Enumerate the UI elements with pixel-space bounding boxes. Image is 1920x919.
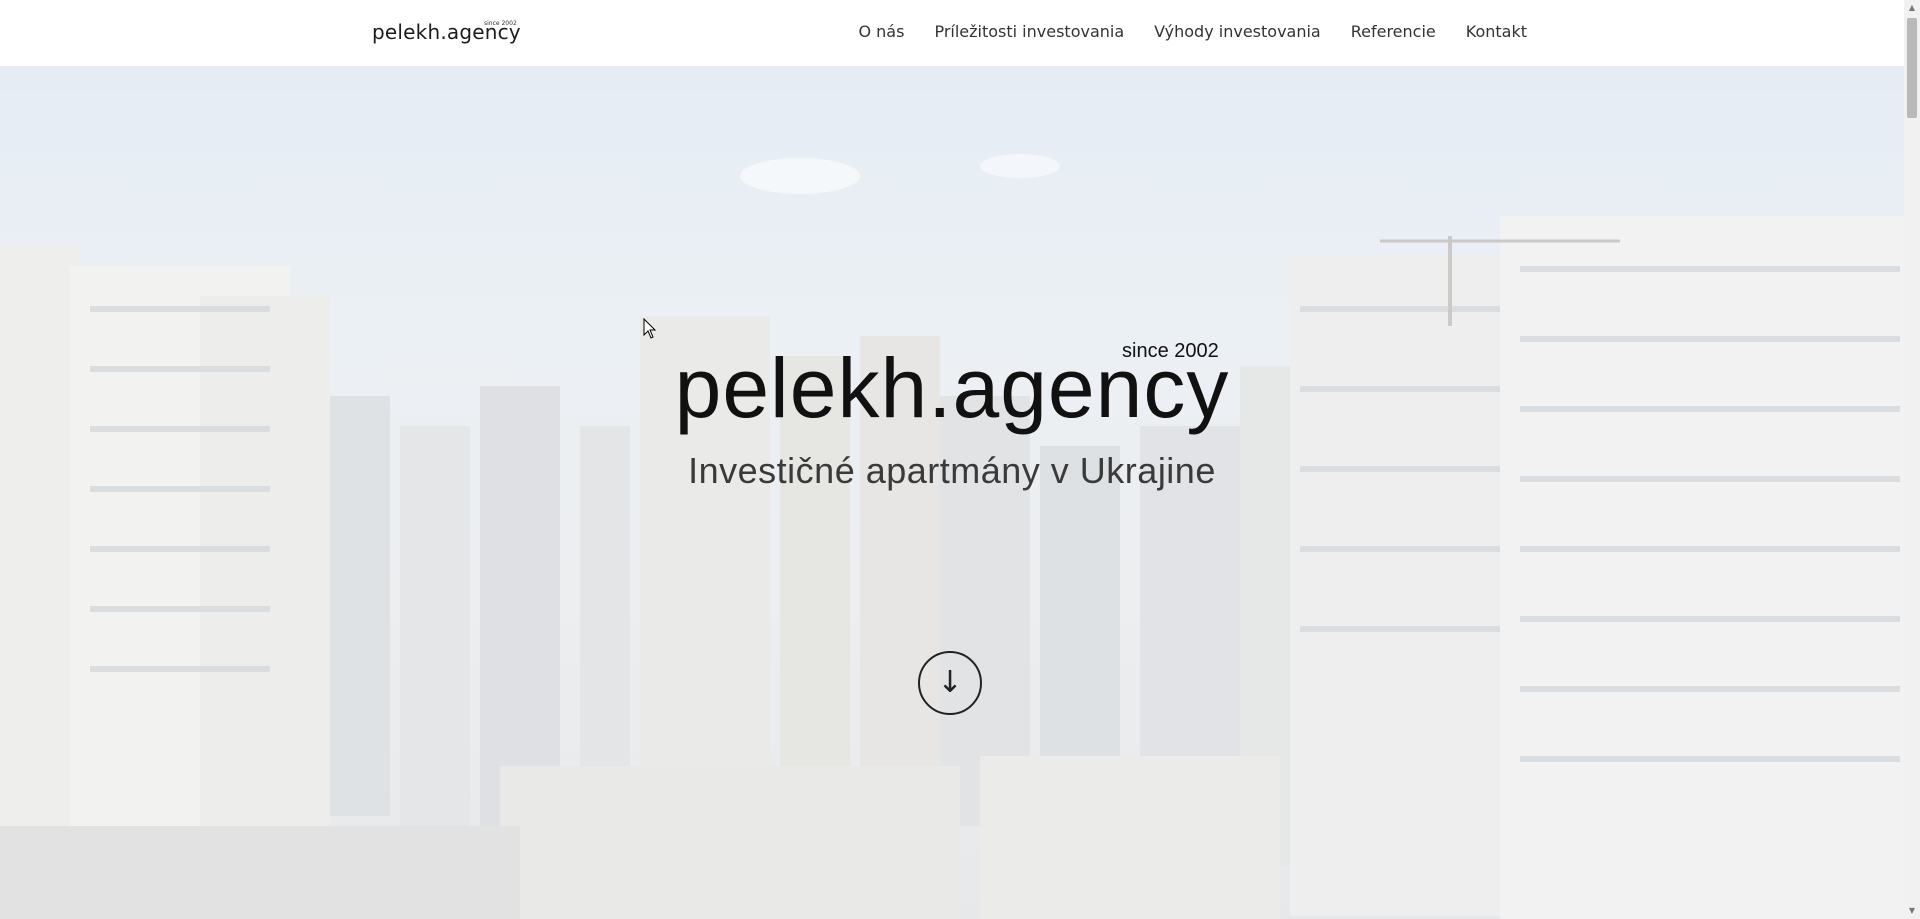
hero-overlay (0, 66, 1904, 919)
hero-section: since 2002 pelekh.agency Investičné apar… (0, 66, 1904, 919)
scroll-down-arrow-icon[interactable]: ▼ (1904, 903, 1920, 919)
page: pelekh.agency since 2002 O nás Príležito… (0, 0, 1920, 919)
arrow-down-icon: ↓ (937, 665, 963, 700)
scroll-up-arrow-icon[interactable]: ▲ (1904, 0, 1920, 16)
main-nav: O nás Príležitosti investovania Výhody i… (858, 22, 1527, 41)
site-logo-since: since 2002 (484, 20, 517, 27)
nav-item-prilezitosti[interactable]: Príležitosti investovania (934, 22, 1124, 41)
hero-subtitle: Investičné apartmány v Ukrajine (688, 450, 1216, 491)
nav-item-kontakt[interactable]: Kontakt (1466, 22, 1527, 41)
nav-item-referencie[interactable]: Referencie (1351, 22, 1436, 41)
nav-item-o-nas[interactable]: O nás (858, 22, 904, 41)
scroll-down-button[interactable]: ↓ (918, 651, 982, 715)
nav-item-vyhody[interactable]: Výhody investovania (1154, 22, 1321, 41)
scrollbar-thumb[interactable] (1907, 18, 1917, 118)
site-header: pelekh.agency since 2002 O nás Príležito… (0, 0, 1904, 67)
hero-since: since 2002 (1122, 340, 1219, 362)
hero-brand: since 2002 pelekh.agency Investičné apar… (0, 340, 1904, 492)
page-scrollbar[interactable]: ▲ ▼ (1904, 0, 1920, 919)
mouse-cursor-icon (643, 318, 657, 339)
